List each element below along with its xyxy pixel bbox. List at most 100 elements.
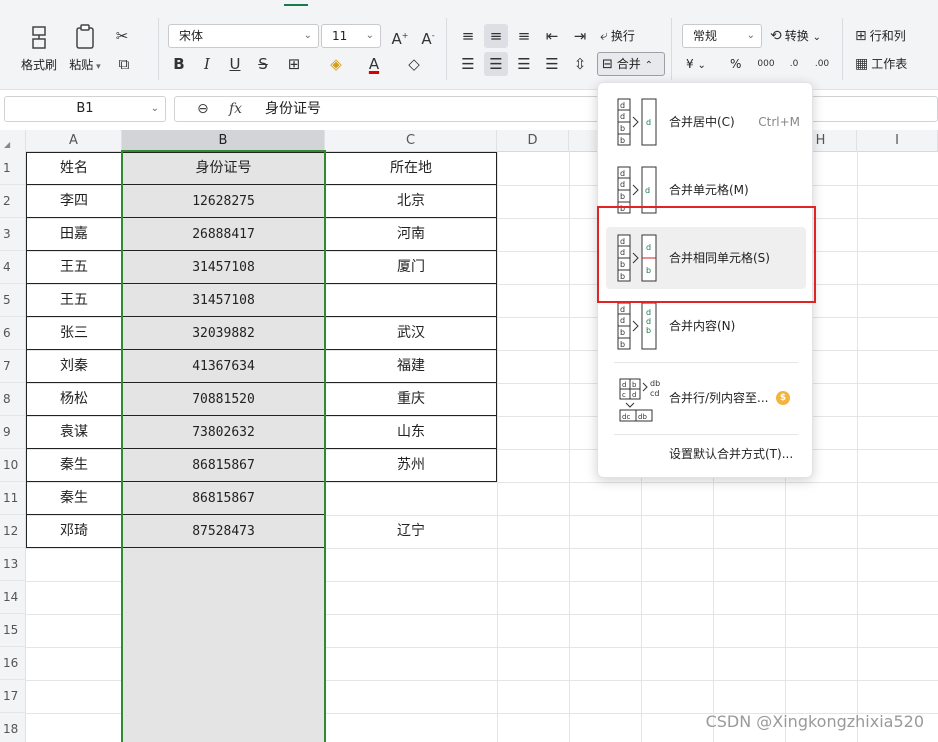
column-header-c[interactable]: C [325,130,497,152]
decrease-decimal-icon[interactable]: .00 [810,52,834,76]
row-header-18[interactable]: 18 [0,713,26,742]
row-header-15[interactable]: 15 [0,614,26,647]
underline-icon[interactable]: U [223,52,247,76]
row-header-12[interactable]: 12 [0,515,26,548]
rows-columns-button[interactable]: ⊞ 行和列 [855,24,906,48]
svg-text:b: b [632,381,637,389]
cell-a12[interactable]: 邓琦 [26,515,122,548]
cell-c2[interactable]: 北京 [325,185,497,218]
align-center-icon[interactable]: ☰ [484,52,508,76]
cell-c1[interactable]: 所在地 [325,152,497,185]
row-header-8[interactable]: 8 [0,383,26,416]
row-header-1[interactable]: 1 [0,152,26,185]
worksheet-button[interactable]: ▦ 工作表 [855,52,907,76]
indent-decrease-icon[interactable]: ⇤ [540,24,564,48]
cell-c10[interactable]: 苏州 [325,449,497,482]
cell-a2[interactable]: 李四 [26,185,122,218]
merge-button[interactable]: ⊟ 合并 ⌃ [597,52,665,76]
strikethrough-icon[interactable]: S [251,52,275,76]
cell-c4[interactable]: 厦门 [325,251,497,284]
menu-item-default-merge[interactable]: 设置默认合并方式(T)... [669,445,793,462]
currency-button[interactable]: ¥ ⌄ [686,52,706,76]
select-all-corner[interactable]: ◢ [0,130,26,152]
cell-a7[interactable]: 刘秦 [26,350,122,383]
decrease-font-icon[interactable]: A- [416,24,440,48]
cell-a8[interactable]: 杨松 [26,383,122,416]
cell-c3[interactable]: 河南 [325,218,497,251]
table-border [26,152,27,548]
row-header-10[interactable]: 10 [0,449,26,482]
cell-c6[interactable]: 武汉 [325,317,497,350]
distributed-icon[interactable]: ⇳ [568,52,592,76]
align-bottom-icon[interactable]: ≡ [512,24,536,48]
column-header-a[interactable]: A [26,130,122,152]
cell-a4[interactable]: 王五 [26,251,122,284]
name-box[interactable]: B1 ⌄ [4,96,166,122]
cell-c9[interactable]: 山东 [325,416,497,449]
wrap-text-button[interactable]: ⤶ 换行 [600,24,635,48]
row-header-17[interactable]: 17 [0,680,26,713]
number-format-select[interactable]: 常规 ⌄ [682,24,762,48]
increase-font-icon[interactable]: A+ [388,24,412,48]
watermark: CSDN @Xingkongzhixia520 [705,712,924,731]
format-painter-button[interactable]: 格式刷 [17,24,61,73]
align-middle-icon[interactable]: ≡ [484,24,508,48]
column-header-b[interactable]: B [122,130,325,152]
align-top-icon[interactable]: ≡ [456,24,480,48]
clear-format-icon[interactable]: ◇ [402,52,426,76]
row-header-4[interactable]: 4 [0,251,26,284]
row-header-11[interactable]: 11 [0,482,26,515]
cell-a3[interactable]: 田嘉 [26,218,122,251]
menu-item-merge-content[interactable]: ddbb ddb 合并内容(N) [606,295,806,357]
paste-button[interactable]: 粘贴 ▾ [63,24,107,73]
row-header-14[interactable]: 14 [0,581,26,614]
font-size-select[interactable]: 11 ⌄ [321,24,381,48]
italic-icon[interactable]: I [195,52,219,76]
cell-c12[interactable]: 辽宁 [325,515,497,548]
percent-button[interactable]: % [730,52,741,76]
indent-increase-icon[interactable]: ⇥ [568,24,592,48]
menu-item-merge-rows-cols[interactable]: dbcd db cd dc db 合并行/列内容至... $ [606,367,806,429]
row-header-13[interactable]: 13 [0,548,26,581]
fill-color-icon[interactable]: ◈ [324,52,348,76]
cell-c7[interactable]: 福建 [325,350,497,383]
column-header-i[interactable]: I [857,130,938,152]
menu-item-merge-center[interactable]: ddbb d 合并居中(C) Ctrl+M [606,91,806,153]
cell-a11[interactable]: 秦生 [26,482,122,515]
row-header-9[interactable]: 9 [0,416,26,449]
cell-c5[interactable] [325,284,497,317]
thousands-separator-icon[interactable]: 000 [754,52,778,76]
row-header-16[interactable]: 16 [0,647,26,680]
row-header-3[interactable]: 3 [0,218,26,251]
bold-icon[interactable]: B [167,52,191,76]
cell-a1[interactable]: 姓名 [26,152,122,185]
convert-button[interactable]: ⟲ 转换 ⌄ [770,24,821,48]
copy-icon[interactable]: ⧉ [112,52,136,76]
cell-a10[interactable]: 秦生 [26,449,122,482]
row-header-2[interactable]: 2 [0,185,26,218]
convert-icon: ⟲ [770,28,782,44]
ribbon-separator [842,18,843,80]
row-header-6[interactable]: 6 [0,317,26,350]
cell-a5[interactable]: 王五 [26,284,122,317]
justify-icon[interactable]: ☰ [540,52,564,76]
border-icon[interactable]: ⊞ [282,52,306,76]
cell-a9[interactable]: 袁谋 [26,416,122,449]
column-header-d[interactable]: D [497,130,569,152]
cell-c8[interactable]: 重庆 [325,383,497,416]
row-header-5[interactable]: 5 [0,284,26,317]
font-name-select[interactable]: 宋体 ⌄ [168,24,319,48]
cell-c11[interactable] [325,482,497,515]
formula-input[interactable]: ⊖ fx 身份证号 [174,96,938,122]
grid-line-vertical [497,152,498,742]
align-right-icon[interactable]: ☰ [512,52,536,76]
zoom-icon[interactable]: ⊖ [197,97,209,121]
cut-icon[interactable]: ✂ [110,24,134,48]
font-color-icon[interactable]: A [362,52,386,76]
cell-a6[interactable]: 张三 [26,317,122,350]
row-header-7[interactable]: 7 [0,350,26,383]
increase-decimal-icon[interactable]: .0 [782,52,806,76]
svg-text:d: d [622,381,626,389]
function-icon[interactable]: fx [229,97,242,121]
align-left-icon[interactable]: ☰ [456,52,480,76]
